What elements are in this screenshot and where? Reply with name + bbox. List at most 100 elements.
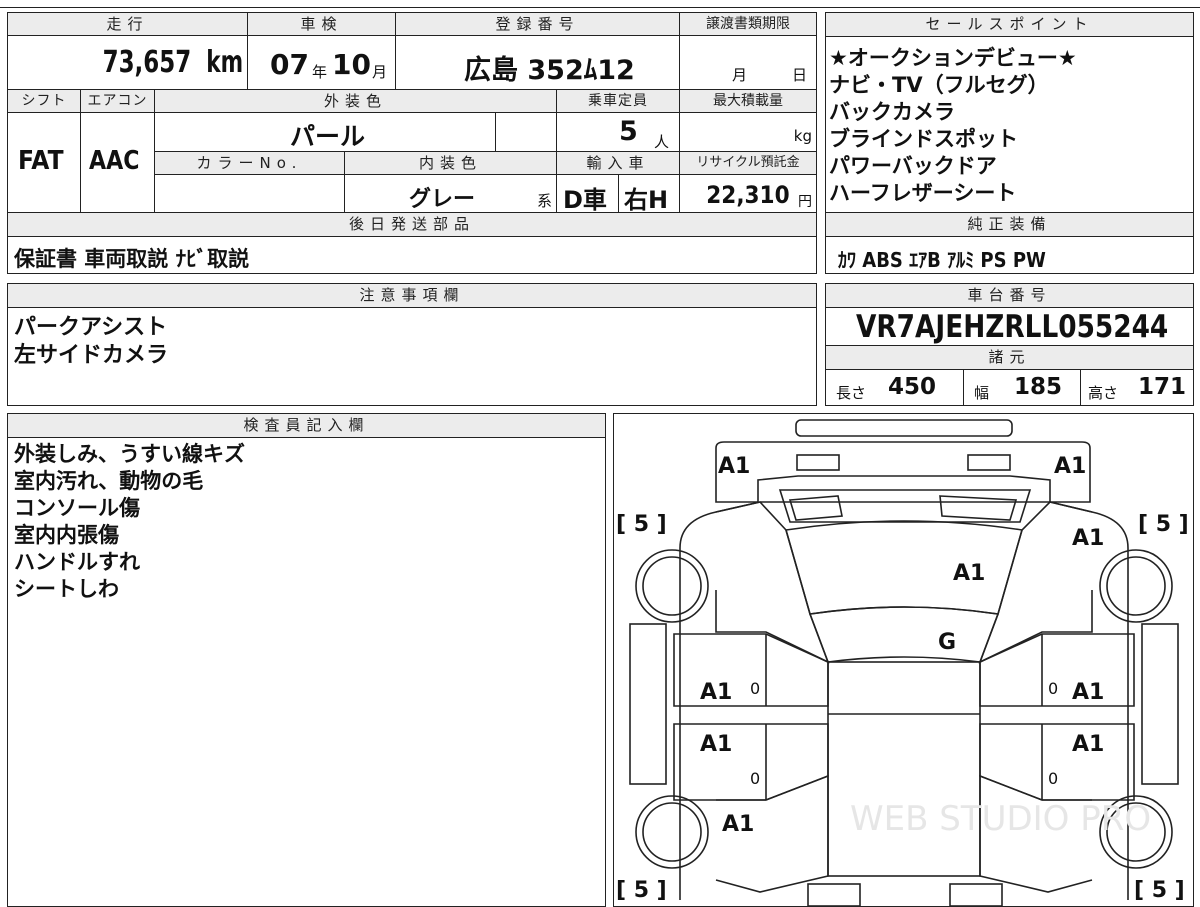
damage-door-fl: A1 bbox=[700, 680, 732, 705]
color-no-header: カラーNo. bbox=[154, 151, 345, 175]
notes-line: 左サイドカメラ bbox=[14, 343, 169, 368]
capacity-header: 乗車定員 bbox=[556, 89, 680, 113]
wheel-fr-shape bbox=[1098, 548, 1173, 623]
sales-point-item: バックカメラ bbox=[829, 100, 955, 124]
exterior-color-extra-cell bbox=[495, 112, 557, 152]
max-load-unit: kg bbox=[793, 127, 812, 145]
genuine-equipment-cell: ｶﾜ ABS ｴｱB ｱﾙﾐ PS PW bbox=[825, 236, 1194, 274]
damage-front-right: A1 bbox=[1054, 454, 1086, 479]
notes-line: パークアシスト bbox=[14, 315, 168, 340]
recycle-cell: 22,310 円 bbox=[679, 174, 817, 213]
damage-front-left: A1 bbox=[718, 454, 750, 479]
interior-color-value: グレー bbox=[409, 187, 476, 212]
spec-height-label: 高さ bbox=[1088, 384, 1119, 402]
spec-width-value: 185 bbox=[1014, 374, 1063, 400]
import-header: 輸入車 bbox=[556, 151, 680, 175]
tire-label-br: [ 5 ] bbox=[1134, 878, 1185, 903]
registration-cell: 広島 352ﾑ12 bbox=[395, 35, 680, 90]
handle-mark-4: 0 bbox=[1048, 769, 1058, 788]
max-load-cell: kg bbox=[679, 112, 817, 152]
spec-height-value: 171 bbox=[1138, 374, 1187, 400]
transfer-deadline-cell: 月 日 bbox=[679, 35, 817, 90]
shift-cell: FAT bbox=[7, 112, 81, 213]
mileage-value: 73,657 bbox=[102, 45, 191, 80]
spec-length-value: 450 bbox=[888, 374, 937, 400]
max-load-header: 最大積載量 bbox=[679, 89, 817, 113]
sales-point-item: ★オークションデビュー★ bbox=[829, 46, 1077, 70]
exterior-color-value: パール bbox=[290, 122, 366, 151]
side-right-shape bbox=[1140, 622, 1179, 785]
genuine-equipment-header: 純正装備 bbox=[825, 212, 1194, 237]
later-parts-value: 保証書 車両取説 ﾅﾋﾞ取説 bbox=[14, 247, 250, 271]
inspector-line: 室内汚れ、動物の毛 bbox=[14, 469, 204, 493]
genuine-equipment-value: ｶﾜ ABS ｴｱB ｱﾙﾐ PS PW bbox=[838, 248, 1046, 272]
notes-header: 注意事項欄 bbox=[7, 283, 817, 308]
wheel-rl-shape bbox=[634, 794, 709, 869]
import-cell-2: 右H bbox=[618, 174, 680, 214]
damage-rear-left: A1 bbox=[722, 812, 754, 837]
spec-length-label: 長さ bbox=[836, 384, 867, 402]
sales-point-item: ハーフレザーシート bbox=[829, 181, 1017, 205]
damage-hood: A1 bbox=[953, 561, 985, 586]
recycle-value: 22,310 bbox=[706, 181, 790, 209]
spec-height-cell: 高さ 171 bbox=[1080, 369, 1194, 406]
wheel-fl-shape bbox=[634, 548, 709, 623]
car-diagram-panel: [ 5 ] [ 5 ] [ 5 ] [ 5 ] A1 A1 A1 A1 G A1… bbox=[613, 413, 1194, 907]
windshield-shape bbox=[808, 605, 999, 663]
inspector-line: コンソール傷 bbox=[14, 496, 140, 520]
transfer-month-unit: 月 bbox=[732, 66, 748, 84]
aircon-header: エアコン bbox=[80, 89, 155, 113]
import-value-1: D車 bbox=[563, 186, 607, 214]
capacity-unit: 人 bbox=[654, 133, 670, 151]
handle-mark-3: 0 bbox=[750, 769, 760, 788]
chassis-value: VR7AJEHZRLL055244 bbox=[856, 309, 1169, 345]
damage-door-rl: A1 bbox=[700, 732, 732, 757]
front-bumper-shape bbox=[794, 418, 1013, 437]
mileage-header: 走行 bbox=[7, 12, 248, 36]
exterior-color-header: 外装色 bbox=[154, 89, 557, 113]
headlight-right-shape bbox=[966, 453, 1011, 471]
transfer-day-unit: 日 bbox=[792, 66, 808, 84]
capacity-value: 5 bbox=[619, 116, 638, 147]
rear-window-right-shape bbox=[948, 882, 1003, 907]
inspector-cell: 外装しみ、うすい線キズ 室内汚れ、動物の毛 コンソール傷 室内内張傷 ハンドルす… bbox=[7, 437, 606, 907]
interior-color-header: 内装色 bbox=[344, 151, 557, 175]
mileage-unit: km bbox=[206, 45, 243, 80]
inspection-month: 10 bbox=[332, 48, 371, 81]
shift-value: FAT bbox=[18, 146, 64, 176]
spec-length-cell: 長さ 450 bbox=[825, 369, 964, 406]
top-cutoff-strip bbox=[0, 0, 1200, 8]
watermark: WEB STUDIO PRO bbox=[850, 799, 1151, 839]
specs-header: 諸元 bbox=[825, 345, 1194, 370]
inspector-line: 室内内張傷 bbox=[14, 523, 119, 547]
door-rl-shape bbox=[672, 722, 829, 801]
tire-label-tl: [ 5 ] bbox=[616, 512, 667, 537]
inspection-year-unit: 年 bbox=[312, 63, 328, 81]
headlight-left-shape bbox=[795, 453, 840, 471]
sales-points-header: セールスポイント bbox=[825, 12, 1194, 37]
registration-value: 広島 352ﾑ12 bbox=[464, 55, 635, 86]
sales-points-list: ★オークションデビュー★ ナビ・TV（フルセグ） バックカメラ ブラインドスポッ… bbox=[825, 36, 1194, 213]
later-parts-cell: 保証書 車両取説 ﾅﾋﾞ取説 bbox=[7, 236, 817, 274]
inspector-line: シートしわ bbox=[14, 577, 119, 601]
recycle-unit: 円 bbox=[798, 194, 812, 210]
color-no-cell bbox=[154, 174, 345, 213]
inspection-year: 07 bbox=[270, 48, 309, 81]
shift-header: シフト bbox=[7, 89, 81, 113]
interior-color-cell: グレー 系 bbox=[344, 174, 557, 213]
hood-shape bbox=[784, 519, 1023, 615]
body-outline-shape bbox=[678, 500, 1129, 900]
tire-label-bl: [ 5 ] bbox=[616, 878, 667, 903]
inspector-line: 外装しみ、うすい線キズ bbox=[14, 442, 245, 466]
inspection-header: 車検 bbox=[247, 12, 396, 36]
damage-fender-right: A1 bbox=[1072, 526, 1104, 551]
transfer-deadline-header: 譲渡書類期限 bbox=[679, 12, 817, 36]
door-rr-shape bbox=[978, 722, 1135, 801]
damage-roof: G bbox=[938, 630, 956, 655]
spec-width-cell: 幅 185 bbox=[963, 369, 1081, 406]
aircon-value: AAC bbox=[89, 146, 140, 176]
wheel-rl-inner-shape bbox=[641, 801, 702, 862]
handle-mark-2: 0 bbox=[1048, 679, 1058, 698]
exterior-color-cell: パール bbox=[154, 112, 496, 152]
import-value-2: 右H bbox=[624, 186, 669, 214]
